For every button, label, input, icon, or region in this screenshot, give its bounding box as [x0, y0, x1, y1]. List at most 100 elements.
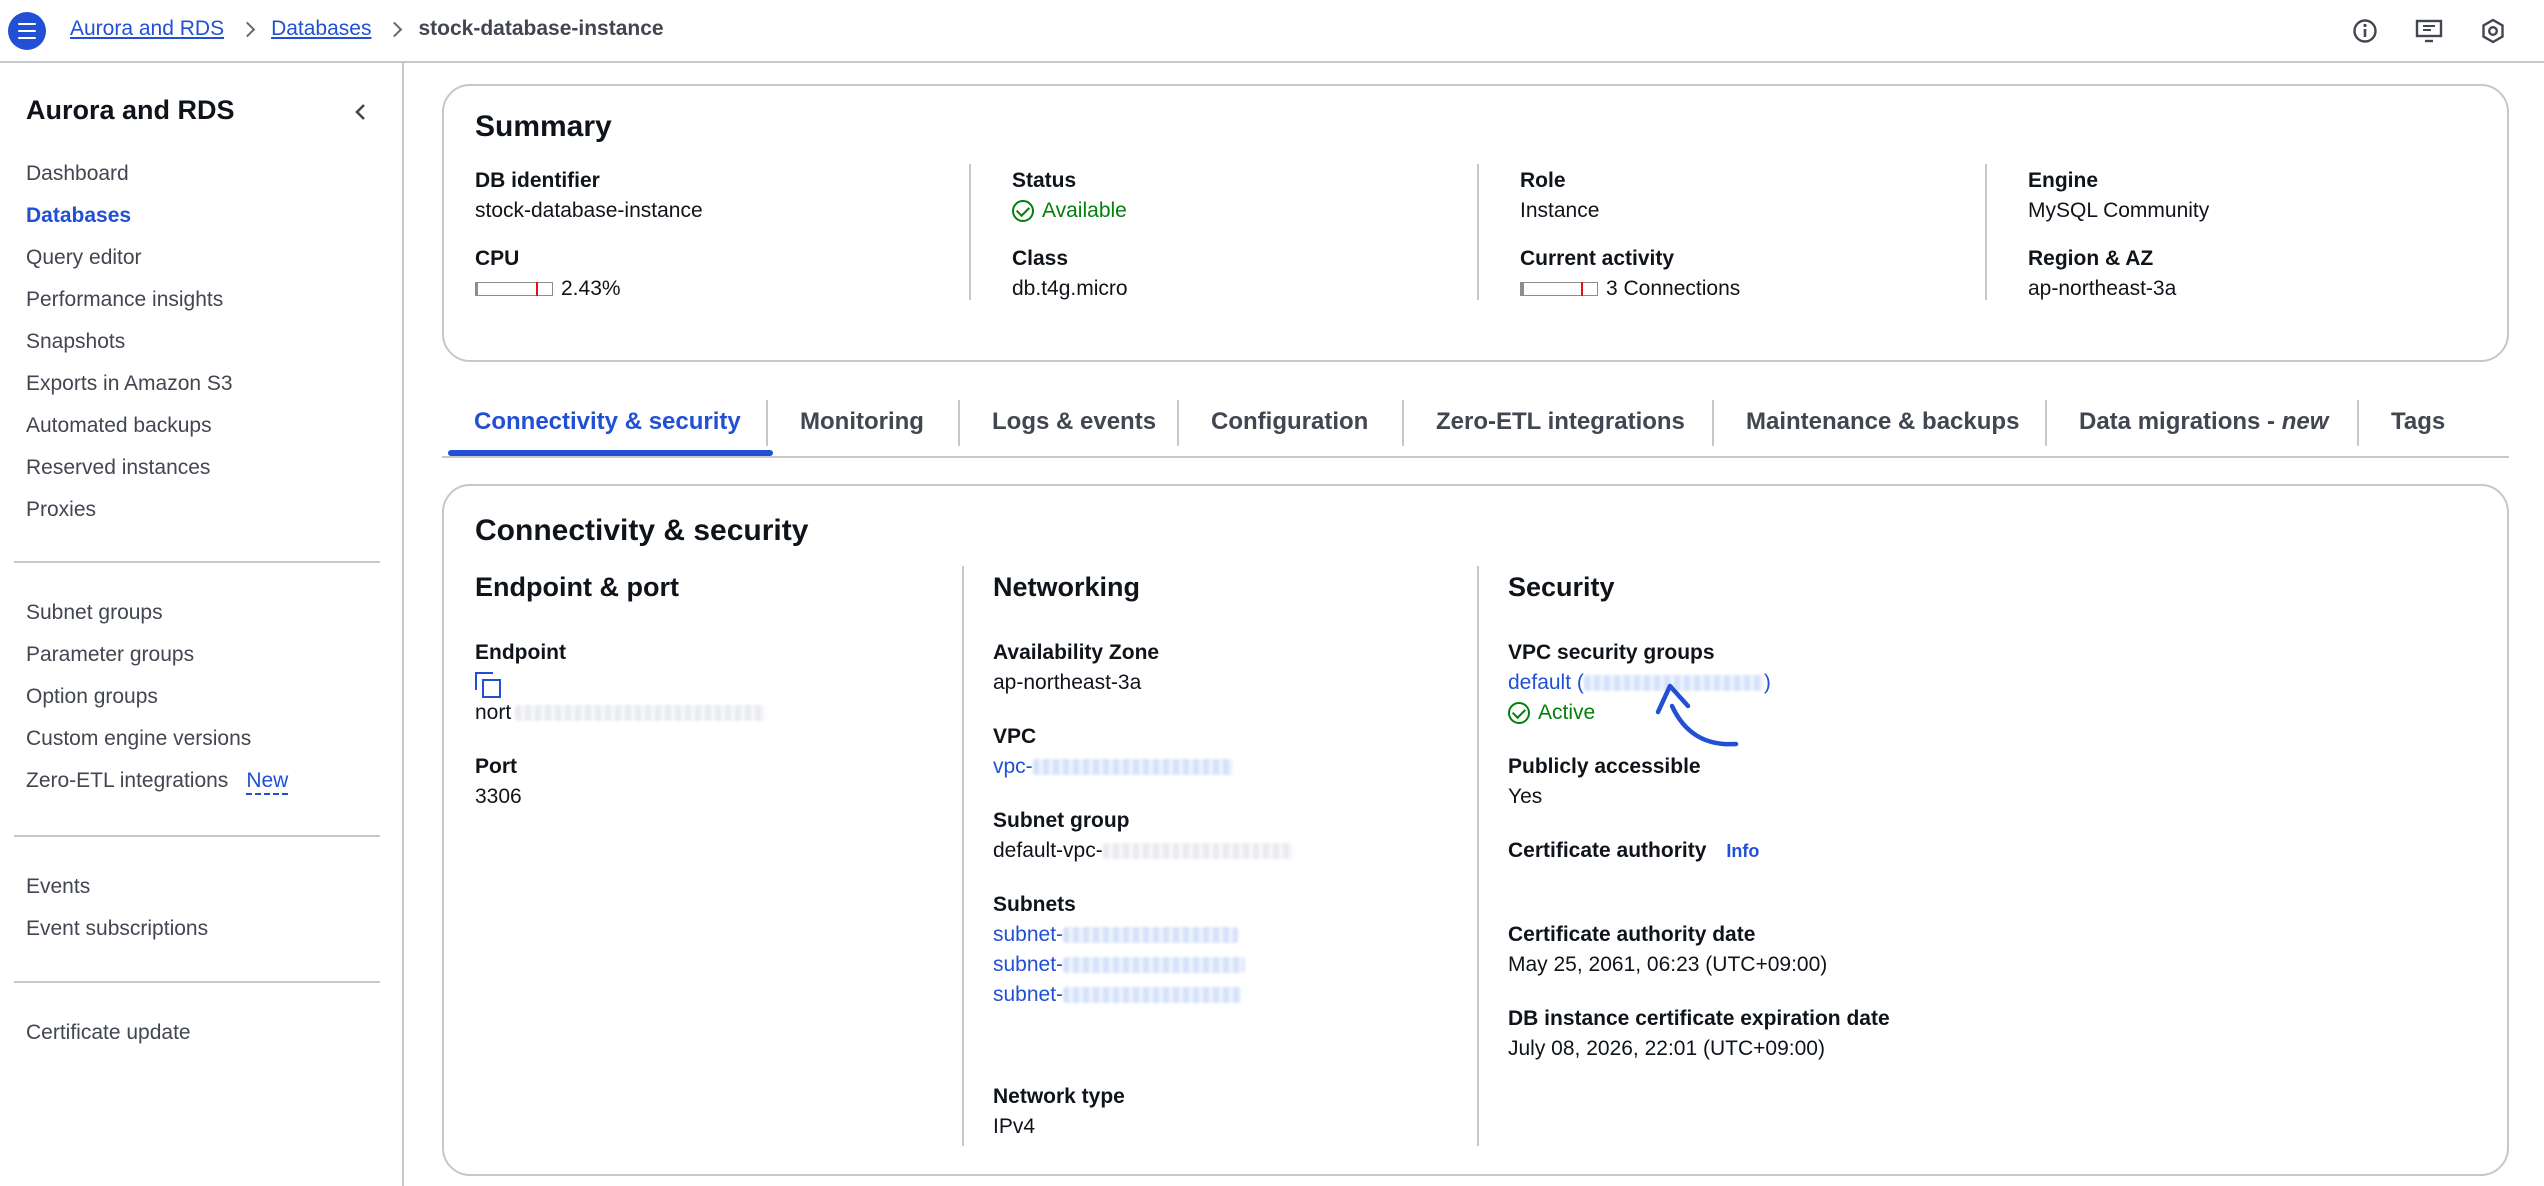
sidebar-item-query-editor[interactable]: Query editor: [26, 237, 233, 279]
redacted-text: [515, 705, 766, 722]
activity-meter-fill: [1521, 283, 1524, 296]
vpc-security-groups-label: VPC security groups: [1508, 641, 1715, 664]
menu-icon[interactable]: [8, 12, 46, 50]
tab-zero-etl[interactable]: Zero-ETL integrations: [1404, 400, 1717, 456]
publicly-accessible-field: Publicly accessible Yes: [1508, 752, 1701, 812]
sidebar-divider: [14, 981, 380, 983]
endpoint-prefix: nort: [475, 701, 512, 724]
sidebar-item-reserved-instances[interactable]: Reserved instances: [26, 447, 233, 489]
activity-meter: [1520, 282, 1598, 297]
summary-col-status: Status Available Class db.t4g.micro: [1012, 166, 1492, 386]
tab-tags[interactable]: Tags: [2359, 400, 2477, 456]
current-activity-row: 3 Connections: [1520, 274, 2000, 304]
network-type-field: Network type IPv4: [993, 1082, 1125, 1142]
top-navigation-bar: Aurora and RDS Databases stock-database-…: [0, 0, 2544, 63]
sidebar-item-events[interactable]: Events: [26, 866, 208, 908]
column-divider: [1985, 164, 1987, 300]
az-label: Availability Zone: [993, 641, 1160, 664]
vpc-label: VPC: [993, 725, 1037, 748]
subnet-prefix: subnet-: [993, 983, 1064, 1006]
summary-col-engine: Engine MySQL Community Region & AZ ap-no…: [2028, 166, 2488, 386]
ca-date-value: May 25, 2061, 06:23 (UTC+09:00): [1508, 953, 1828, 976]
sidebar-item-parameter-groups[interactable]: Parameter groups: [26, 634, 288, 676]
check-circle-icon: [1508, 702, 1530, 724]
status-value: Available: [1042, 199, 1127, 222]
tab-monitoring[interactable]: Monitoring: [768, 400, 956, 456]
role-label: Role: [1520, 169, 1566, 192]
subnet-link[interactable]: subnet-: [993, 920, 1245, 950]
sidebar-divider: [14, 835, 380, 837]
sidebar-title: Aurora and RDS: [26, 95, 235, 125]
cpu-value-row: 2.43%: [475, 274, 955, 304]
sidebar-item-databases[interactable]: Databases: [26, 195, 233, 237]
sidebar-item-subnet-groups[interactable]: Subnet groups: [26, 592, 288, 634]
tab-data-migrations[interactable]: Data migrations - new: [2047, 400, 2360, 456]
engine-label: Engine: [2028, 169, 2099, 192]
publicly-accessible-value: Yes: [1508, 785, 1543, 808]
breadcrumb-current: stock-database-instance: [418, 17, 664, 40]
sidebar-item-certificate-update[interactable]: Certificate update: [26, 1012, 191, 1054]
subnet-group-value: default-vpc-: [993, 836, 1293, 866]
subnet-prefix: subnet-: [993, 923, 1064, 946]
cert-expiration-field: DB instance certificate expiration date …: [1508, 1004, 1890, 1064]
summary-col-identifier: DB identifier stock-database-instance CP…: [475, 166, 955, 386]
cpu-meter-threshold: [536, 282, 538, 297]
info-icon[interactable]: [2350, 16, 2380, 46]
vpc-field: VPC vpc-: [993, 722, 1233, 782]
feedback-icon[interactable]: [2414, 16, 2444, 46]
sidebar-item-option-groups[interactable]: Option groups: [26, 676, 288, 718]
column-divider: [969, 164, 971, 300]
column-divider: [1477, 164, 1479, 300]
connectivity-title: Connectivity & security: [475, 514, 809, 547]
tab-maintenance-backups[interactable]: Maintenance & backups: [1714, 400, 2051, 456]
subnet-link[interactable]: subnet-: [993, 950, 1246, 980]
publicly-accessible-label: Publicly accessible: [1508, 755, 1701, 778]
endpoint-label: Endpoint: [475, 641, 566, 664]
sidebar-item-custom-engine-versions[interactable]: Custom engine versions: [26, 718, 288, 760]
new-badge[interactable]: New: [246, 769, 289, 795]
vpc-link[interactable]: vpc-: [993, 752, 1233, 782]
breadcrumb-databases[interactable]: Databases: [271, 17, 371, 41]
sidebar-item-exports-s3[interactable]: Exports in Amazon S3: [26, 363, 233, 405]
networking-section-title: Networking: [993, 572, 1141, 602]
sidebar-item-snapshots[interactable]: Snapshots: [26, 321, 233, 363]
az-value: ap-northeast-3a: [993, 671, 1142, 694]
sidebar-item-dashboard[interactable]: Dashboard: [26, 153, 233, 195]
ca-date-field: Certificate authority date May 25, 2061,…: [1508, 920, 1827, 980]
sidebar-item-zero-etl-label: Zero-ETL integrations: [26, 769, 229, 792]
port-value: 3306: [475, 785, 522, 808]
breadcrumb-aurora-rds[interactable]: Aurora and RDS: [70, 17, 224, 41]
connectivity-panel: Connectivity & security Endpoint & port …: [442, 484, 2509, 1176]
db-identifier-label: DB identifier: [475, 169, 600, 192]
endpoint-section-title: Endpoint & port: [475, 572, 679, 602]
tab-connectivity-security[interactable]: Connectivity & security: [442, 400, 773, 456]
subnet-group-label: Subnet group: [993, 809, 1130, 832]
cpu-label: CPU: [475, 247, 520, 270]
sidebar-item-proxies[interactable]: Proxies: [26, 489, 233, 531]
sidebar-item-automated-backups[interactable]: Automated backups: [26, 405, 233, 447]
sidebar-item-event-subscriptions[interactable]: Event subscriptions: [26, 908, 208, 950]
engine-value: MySQL Community: [2028, 199, 2210, 222]
detail-tabs: Connectivity & security Monitoring Logs …: [442, 400, 2509, 458]
tab-logs-events[interactable]: Logs & events: [960, 400, 1188, 456]
current-activity-value: 3 Connections: [1606, 277, 1741, 300]
certificate-authority-label: Certificate authority: [1508, 839, 1707, 862]
sidebar-item-performance-insights[interactable]: Performance insights: [26, 279, 233, 321]
current-activity-label: Current activity: [1520, 247, 1675, 270]
sidebar-divider: [14, 561, 380, 563]
check-circle-icon: [1012, 200, 1034, 222]
tab-configuration[interactable]: Configuration: [1179, 400, 1400, 456]
sidebar-item-zero-etl[interactable]: Zero-ETL integrations New: [26, 760, 289, 802]
chevron-left-icon[interactable]: [350, 101, 372, 123]
settings-icon[interactable]: [2478, 16, 2508, 46]
subnet-link[interactable]: subnet-: [993, 980, 1245, 1010]
endpoint-value: nort: [475, 698, 766, 728]
activity-meter-threshold: [1581, 282, 1583, 297]
region-value: ap-northeast-3a: [2028, 277, 2177, 300]
copy-icon[interactable]: [475, 672, 501, 698]
redacted-text: [1063, 987, 1242, 1004]
az-field: Availability Zone ap-northeast-3a: [993, 638, 1159, 698]
class-value: db.t4g.micro: [1012, 277, 1128, 300]
info-link[interactable]: Info: [1726, 841, 1759, 861]
subnets-field: Subnets subnet- subnet- subnet-: [993, 890, 1246, 1010]
